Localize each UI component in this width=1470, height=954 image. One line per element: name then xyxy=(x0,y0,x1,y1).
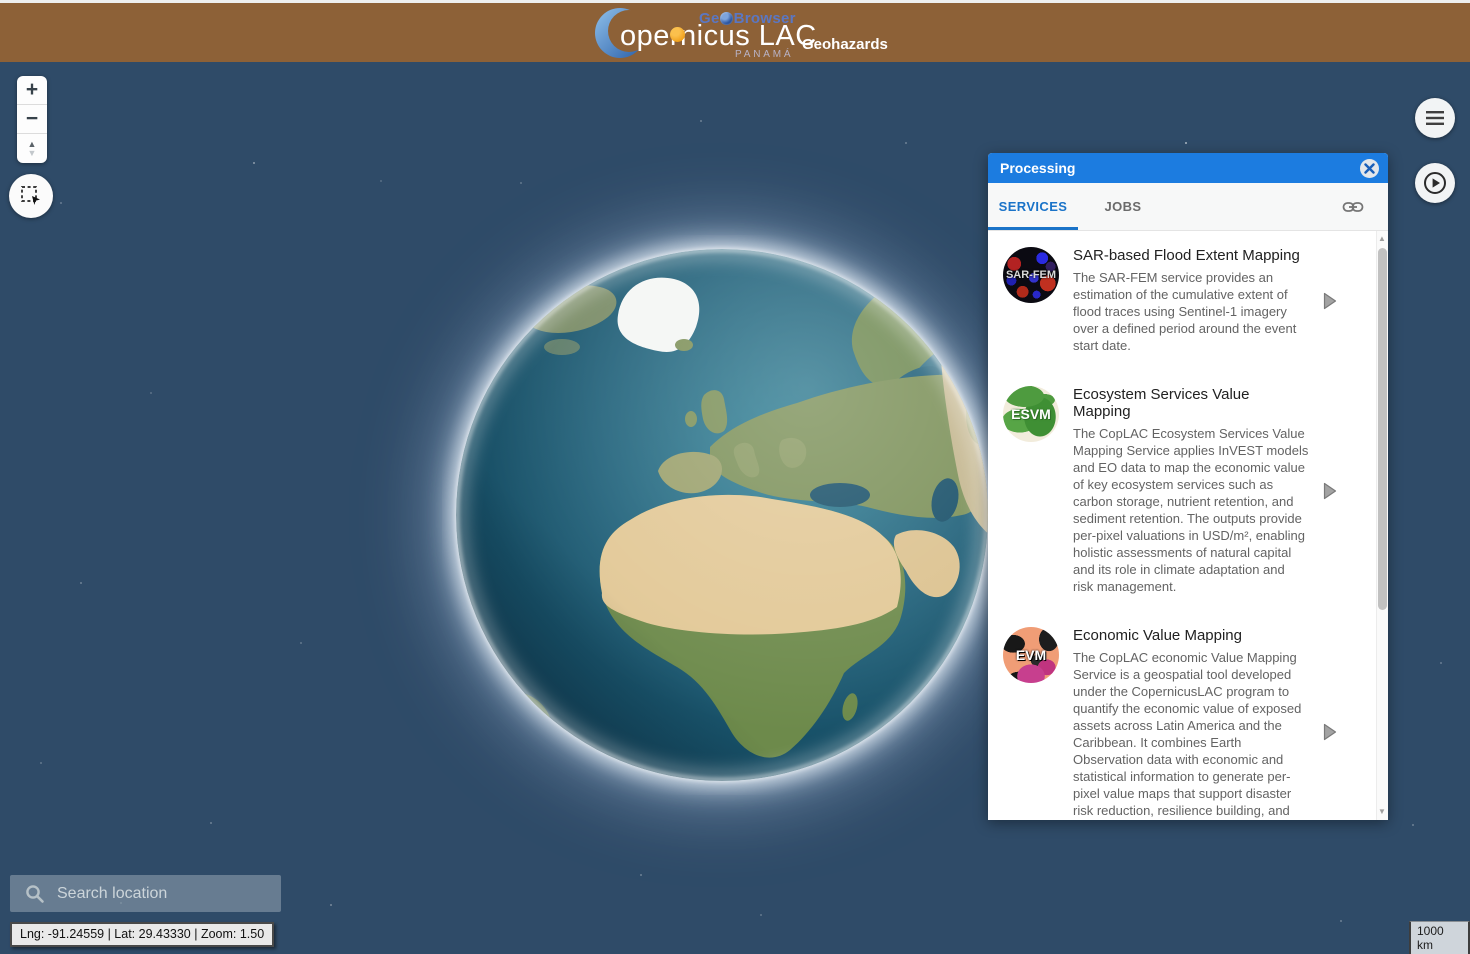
service-run-cell xyxy=(1308,386,1352,595)
service-title: Economic Value Mapping xyxy=(1073,627,1308,644)
service-title: Ecosystem Services Value Mapping xyxy=(1073,386,1308,420)
service-abbr-label: SAR-FEM xyxy=(1006,269,1056,281)
search-box xyxy=(10,875,281,912)
service-text: Economic Value Mapping The CopLAC econom… xyxy=(1073,627,1308,820)
map-scale-bar: 1000 km xyxy=(1409,921,1470,954)
service-avatar: SAR-FEM xyxy=(1003,247,1059,303)
panel-close-button[interactable] xyxy=(1360,159,1379,178)
zoom-in-button[interactable]: + xyxy=(17,76,47,104)
tilt-down-icon[interactable]: ▼ xyxy=(28,149,37,158)
dashed-select-icon xyxy=(19,184,43,208)
scroll-down-icon[interactable]: ▼ xyxy=(1376,807,1388,816)
service-list-item[interactable]: SAR-FEM SAR-based Flood Extent Mapping T… xyxy=(988,231,1364,370)
service-run-cell xyxy=(1308,247,1352,354)
service-description: The SAR-FEM service provides an estimati… xyxy=(1073,269,1308,354)
window-top-strip xyxy=(0,0,1470,3)
panama-label: PANAMÁ xyxy=(735,49,793,60)
service-list-item[interactable]: ESVM Ecosystem Services Value Mapping Th… xyxy=(988,370,1364,611)
zoom-control: + − ▲ ▼ xyxy=(17,76,47,163)
run-button[interactable] xyxy=(1415,163,1455,203)
play-circle-icon xyxy=(1423,171,1447,195)
area-select-button[interactable] xyxy=(9,174,53,218)
link-icon xyxy=(1342,197,1364,217)
service-text: Ecosystem Services Value Mapping The Cop… xyxy=(1073,386,1308,595)
earth-globe[interactable] xyxy=(442,235,1002,795)
service-title: SAR-based Flood Extent Mapping xyxy=(1073,247,1308,264)
app-window: GeBrowser opernicus LAC PANAMÁ Geohazard… xyxy=(0,0,1470,954)
map-canvas[interactable]: + − ▲ ▼ xyxy=(0,62,1470,954)
processing-panel: Processing SERVICES JOBS xyxy=(988,153,1388,820)
menu-button[interactable] xyxy=(1415,98,1455,138)
services-list: SAR-FEM SAR-based Flood Extent Mapping T… xyxy=(988,231,1388,820)
service-description: The CopLAC Ecosystem Services Value Mapp… xyxy=(1073,425,1308,595)
hamburger-icon xyxy=(1425,110,1445,126)
search-input[interactable] xyxy=(10,875,281,912)
tilt-control[interactable]: ▲ ▼ xyxy=(17,134,47,163)
copernicus-orange-dot-icon xyxy=(670,27,685,42)
tab-services[interactable]: SERVICES xyxy=(988,183,1078,230)
app-header: GeBrowser opernicus LAC PANAMÁ Geohazard… xyxy=(0,3,1470,62)
service-run-cell xyxy=(1308,627,1352,820)
background-stars xyxy=(0,62,2,64)
service-avatar: ESVM xyxy=(1003,386,1059,442)
active-tab-indicator xyxy=(988,227,1078,230)
service-list-item[interactable]: EVM Economic Value Mapping The CopLAC ec… xyxy=(988,611,1364,820)
scroll-up-icon[interactable]: ▲ xyxy=(1376,234,1388,243)
panel-title: Processing xyxy=(1000,160,1360,176)
tab-jobs[interactable]: JOBS xyxy=(1078,183,1168,230)
panel-tabbar: SERVICES JOBS xyxy=(988,183,1388,231)
service-description: The CopLAC economic Value Mapping Servic… xyxy=(1073,649,1308,820)
run-service-icon[interactable] xyxy=(1323,292,1337,310)
close-icon xyxy=(1364,163,1375,174)
service-abbr-label: EVM xyxy=(1016,647,1046,663)
run-service-icon[interactable] xyxy=(1323,482,1337,500)
copy-link-button[interactable] xyxy=(1342,197,1364,222)
zoom-out-button[interactable]: − xyxy=(17,105,47,133)
services-items: SAR-FEM SAR-based Flood Extent Mapping T… xyxy=(988,231,1364,820)
service-abbr-label: ESVM xyxy=(1011,406,1051,422)
coordinates-readout: Lng: -91.24559 | Lat: 29.43330 | Zoom: 1… xyxy=(10,922,274,947)
copernicus-lac-logo: GeBrowser opernicus LAC PANAMÁ xyxy=(594,3,804,62)
section-label: Geohazards xyxy=(802,36,888,53)
panel-scrollbar[interactable]: ▲ ▼ xyxy=(1376,231,1388,820)
scrollbar-thumb[interactable] xyxy=(1378,248,1387,610)
service-avatar: EVM xyxy=(1003,627,1059,683)
service-text: SAR-based Flood Extent Mapping The SAR-F… xyxy=(1073,247,1308,354)
run-service-icon[interactable] xyxy=(1323,723,1337,741)
processing-panel-header[interactable]: Processing xyxy=(988,153,1388,183)
